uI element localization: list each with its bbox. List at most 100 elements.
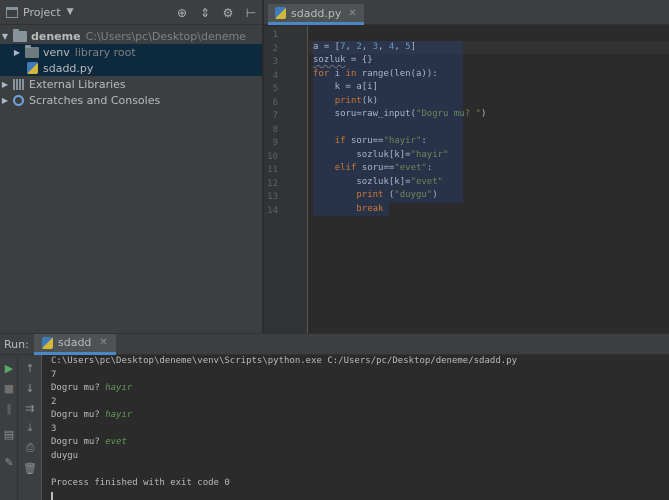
code-line-7: soru=raw_input("Dogru mu? ") — [313, 109, 487, 119]
scroll-to-end-icon[interactable]: ⤓ — [23, 421, 37, 435]
code-editor[interactable]: a = [7, 2, 3, 4, 5] sozluk = {} for i in… — [309, 26, 669, 333]
root-path: C:\Users\pc\Desktop\deneme — [85, 29, 246, 43]
hide-icon[interactable]: ⊢ — [244, 6, 258, 20]
arrow-up-icon[interactable]: ↑ — [23, 361, 37, 375]
console-input: evet — [105, 437, 127, 447]
console-prompt: Dogru mu? — [51, 410, 106, 420]
tree-root-deneme[interactable]: ▼ deneme C:\Users\pc\Desktop\deneme — [0, 28, 262, 44]
code-line-4: for i in range(len(a)): — [313, 68, 438, 79]
console-prompt: Dogru mu? — [51, 383, 106, 393]
line-number: 9 — [272, 138, 278, 148]
line-number: 2 — [272, 43, 278, 54]
tree-item-sdadd-py[interactable]: sdadd.py — [0, 60, 262, 76]
console-prompt-line: Dogru mu? hayır — [51, 410, 132, 420]
run-console[interactable]: C:\Users\pc\Desktop\deneme\venv\Scripts\… — [43, 355, 669, 500]
project-header: Project ▼ ⊕ ⇕ ⚙ ⊢ — [0, 0, 262, 25]
close-icon[interactable]: ✕ — [99, 337, 107, 348]
run-label: Run: — [4, 337, 29, 351]
run-toolbar: ▶ ■ ‖ ▤ ✎ — [0, 355, 18, 500]
line-number: 1 — [272, 30, 278, 40]
console-finish-line: Process finished with exit code 0 — [51, 477, 230, 488]
console-output: duygu — [51, 450, 79, 461]
trash-icon[interactable]: 🗑 — [23, 461, 37, 475]
folder-icon — [13, 28, 27, 42]
scratches-icon — [13, 94, 24, 106]
console-prompt-line: Dogru mu? evet — [51, 437, 127, 447]
tree-item-venv[interactable]: ▶ venv library root — [0, 44, 262, 60]
locate-icon[interactable]: ⊕ — [175, 6, 189, 20]
code-line-12: sozluk[k]="evet" — [313, 176, 444, 187]
python-file-icon — [42, 336, 53, 349]
venv-name: venv — [43, 45, 70, 59]
file-name: sdadd.py — [43, 61, 94, 75]
venv-hint: library root — [74, 45, 136, 59]
restore-layout-icon[interactable]: ▤ — [2, 427, 16, 441]
code-line-2: a = [7, 2, 3, 4, 5] — [313, 41, 416, 52]
run-toolbar-secondary: ↑ ↓ ⇉ ⤓ ⎙ 🗑 — [18, 355, 42, 500]
soft-wrap-icon[interactable]: ⇉ — [23, 401, 37, 415]
project-title[interactable]: Project — [23, 6, 61, 19]
python-file-icon — [275, 7, 286, 19]
tree-item-external-libraries[interactable]: ▶ External Libraries — [0, 76, 262, 92]
line-number: 6 — [272, 97, 278, 108]
line-number-gutter: 1 2 3 4 5 6 7 8 9 10 11 12 13 14 — [264, 26, 308, 333]
chevron-down-icon[interactable]: ▼ — [0, 32, 10, 41]
code-line-13: print ("duygu") — [356, 190, 438, 200]
close-icon[interactable]: ✕ — [348, 8, 356, 19]
tab-run-sdadd[interactable]: sdadd ✕ — [34, 333, 116, 355]
line-number: 5 — [272, 84, 278, 94]
libraries-icon — [13, 78, 24, 90]
python-file-icon — [27, 62, 38, 74]
editor-tab-label: sdadd.py — [291, 6, 342, 20]
code-line-10: sozluk[k]="hayir" — [313, 149, 449, 160]
pin-icon[interactable]: ✎ — [2, 455, 16, 469]
project-tool-window: Project ▼ ⊕ ⇕ ⚙ ⊢ ▼ deneme C:\Users\pc\D… — [0, 0, 263, 333]
print-icon[interactable]: ⎙ — [23, 441, 37, 455]
editor-tab-bar: sdadd.py ✕ — [264, 0, 669, 25]
console-prompt: Dogru mu? — [51, 437, 106, 447]
code-line-9: if soru=="hayir": — [334, 136, 427, 146]
external-libraries-label: External Libraries — [29, 77, 126, 91]
collapse-icon[interactable]: ⇕ — [198, 6, 212, 20]
code-line-6: print(k) — [334, 95, 379, 106]
code-line-5: k = a[i] — [313, 82, 379, 92]
pause-icon[interactable]: ‖ — [2, 401, 16, 415]
scratches-label: Scratches and Consoles — [29, 93, 161, 107]
run-tab-label: sdadd — [58, 336, 92, 349]
folder-icon — [25, 44, 39, 58]
console-output: 3 — [51, 423, 57, 434]
line-number: 10 — [267, 151, 278, 162]
gear-icon[interactable]: ⚙ — [221, 6, 235, 20]
rerun-icon[interactable]: ▶ — [2, 361, 16, 375]
tree-item-scratches[interactable]: ▶ Scratches and Consoles — [0, 92, 262, 108]
line-number: 13 — [267, 192, 278, 202]
arrow-down-icon[interactable]: ↓ — [23, 381, 37, 395]
console-output: 7 — [51, 369, 57, 380]
chevron-right-icon[interactable]: ▶ — [12, 48, 22, 57]
line-number: 4 — [272, 70, 278, 81]
console-output: 2 — [51, 396, 57, 407]
text-cursor — [51, 492, 53, 500]
line-number: 11 — [267, 165, 278, 175]
tab-sdadd-py[interactable]: sdadd.py ✕ — [268, 4, 364, 25]
line-number: 3 — [272, 57, 278, 67]
console-input: hayır — [105, 383, 133, 393]
project-header-tools: ⊕ ⇕ ⚙ ⊢ — [175, 0, 258, 25]
chevron-right-icon[interactable]: ▶ — [0, 96, 10, 105]
selection — [313, 121, 463, 135]
line-number: 12 — [267, 178, 278, 189]
stop-icon[interactable]: ■ — [2, 381, 16, 395]
console-prompt-line: Dogru mu? hayır — [51, 383, 132, 393]
chevron-right-icon[interactable]: ▶ — [0, 80, 10, 89]
project-icon — [6, 6, 18, 18]
console-command: C:\Users\pc\Desktop\deneme\venv\Scripts\… — [51, 356, 517, 366]
run-header: Run: sdadd ✕ — [0, 333, 669, 355]
code-line-14: break — [356, 203, 384, 214]
line-number: 7 — [272, 111, 278, 121]
code-line-11: elif soru=="evet": — [334, 163, 433, 173]
root-name: deneme — [31, 29, 81, 43]
chevron-down-icon[interactable]: ▼ — [67, 7, 74, 17]
line-number: 8 — [272, 124, 278, 135]
line-number: 14 — [267, 205, 278, 216]
code-line-3: sozluk = {} — [313, 55, 373, 65]
